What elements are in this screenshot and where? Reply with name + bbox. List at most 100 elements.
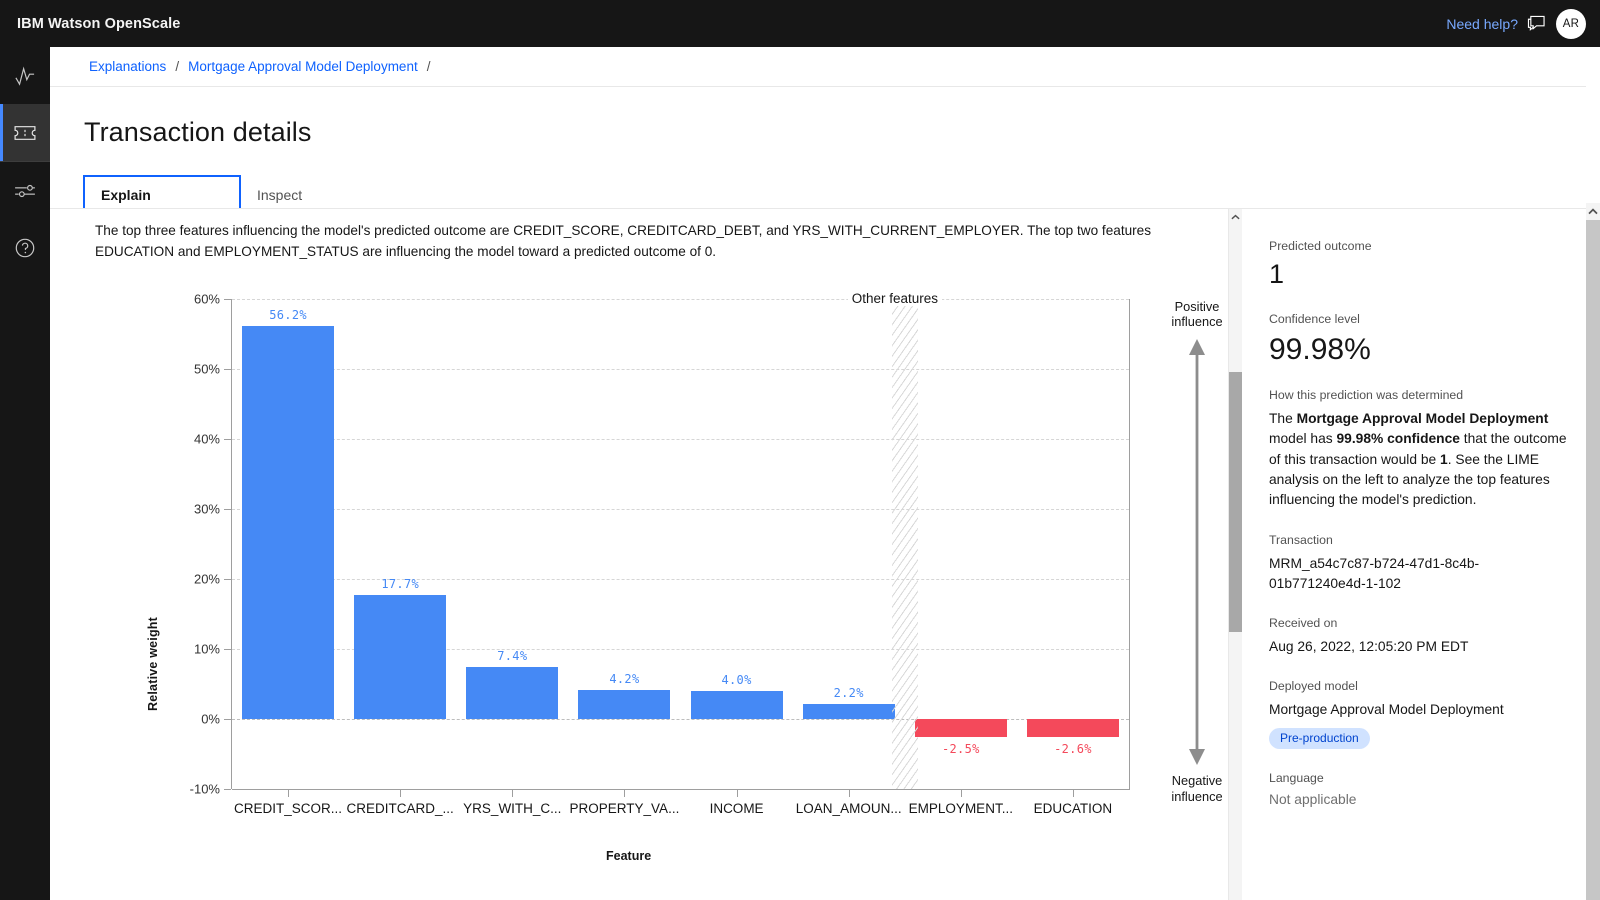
- negative-influence-label: Negative influence: [1171, 773, 1222, 804]
- chat-bubble-icon: [1527, 15, 1546, 32]
- chart-bar[interactable]: 56.2%: [242, 299, 335, 789]
- chart-x-tick-mark: [288, 789, 290, 797]
- chart-y-tick-label: 30%: [193, 501, 220, 517]
- chart-bar-rect: [1026, 719, 1119, 738]
- how-determined-label: How this prediction was determined: [1269, 387, 1464, 402]
- chart-bar-rect: [914, 719, 1007, 737]
- chart-bar[interactable]: 2.2%: [802, 299, 895, 789]
- transaction-label: Transaction: [1269, 532, 1333, 547]
- transaction-detail-panel: Predicted outcome 1 Confidence level 99.…: [1242, 208, 1600, 900]
- top-header-right: Need help? AR: [1446, 0, 1600, 47]
- sliders-icon: [13, 182, 37, 200]
- received-on-value: Aug 26, 2022, 12:05:20 PM EDT: [1269, 638, 1469, 654]
- chart-plot-area: 56.2% 17.7% 7.4% 4.2% 4.0% 2.2% -2.5% -2.6%: [232, 299, 1129, 789]
- language-block: Language Not applicable: [1269, 771, 1574, 807]
- negative-influence-line2: influence: [1171, 788, 1223, 804]
- app-brand[interactable]: IBM Watson OpenScale: [17, 16, 180, 32]
- page-scrollbar[interactable]: [1586, 47, 1600, 900]
- deployed-model-value: Mortgage Approval Model Deployment: [1269, 701, 1504, 717]
- chart-x-tick-mark: [400, 789, 402, 797]
- positive-influence-line1: Positive: [1174, 299, 1220, 314]
- how-determined-text: The Mortgage Approval Model Deployment m…: [1269, 409, 1574, 511]
- chart-y-tick-mark: [224, 509, 231, 510]
- chart-bar[interactable]: 4.0%: [690, 299, 783, 789]
- avatar-initials: AR: [1562, 17, 1580, 30]
- breadcrumb-item-explanations[interactable]: Explanations: [89, 59, 166, 74]
- help-circle-icon: [14, 237, 36, 259]
- chart-bar-value-label: -2.5%: [942, 741, 980, 756]
- chart-scroll-thumb[interactable]: [1229, 372, 1242, 632]
- chart-scroll-up-icon[interactable]: [1229, 209, 1242, 225]
- chart-y-tick-mark: [224, 579, 231, 580]
- transaction-block: Transaction MRM_a54c7c87-b724-47d1-8c4b-…: [1269, 533, 1574, 594]
- chart-bar-value-label: 4.0%: [721, 673, 752, 687]
- breadcrumb-item-model[interactable]: Mortgage Approval Model Deployment: [188, 59, 418, 74]
- chart-y-tick-mark: [224, 299, 231, 300]
- lime-bar-chart: Relative weight Feature 56.2% 17.7% 7.4% 4.…: [50, 281, 1242, 881]
- influence-legend: Positive influence Negative influence: [1158, 299, 1236, 804]
- chart-bar[interactable]: 17.7%: [354, 299, 447, 789]
- breadcrumb: Explanations / Mortgage Approval Model D…: [50, 47, 1600, 87]
- status-badge: Pre-production: [1269, 727, 1370, 749]
- chart-bar[interactable]: -2.6%: [1026, 299, 1119, 789]
- chart-y-tick-label: 50%: [193, 361, 220, 377]
- main-content: Explanations / Mortgage Approval Model D…: [50, 47, 1600, 900]
- chart-axis-right: [1129, 299, 1130, 789]
- chart-y-axis-label: Relative weight: [146, 617, 160, 711]
- predicted-outcome-value: 1: [1269, 259, 1285, 289]
- other-features-label: Other features: [847, 291, 943, 306]
- chart-bar-value-label: 7.4%: [497, 649, 528, 664]
- need-help-button[interactable]: Need help?: [1446, 15, 1546, 32]
- positive-influence-line2: influence: [1171, 314, 1223, 330]
- brand-ibm: IBM: [17, 15, 44, 32]
- chart-bar-value-label: 4.2%: [609, 671, 640, 686]
- explanation-summary: The top three features influencing the m…: [95, 223, 1152, 260]
- chart-x-tick-mark: [848, 789, 850, 797]
- chart-y-tick-mark: [224, 719, 231, 720]
- chart-y-tick-label: 10%: [193, 641, 220, 657]
- page-scroll-up-icon[interactable]: [1586, 203, 1600, 220]
- chart-y-tick-label: -10%: [189, 781, 220, 797]
- confidence-level-label: Confidence level: [1269, 311, 1360, 326]
- chart-y-tick-label: 60%: [193, 291, 220, 307]
- chart-bar-value-label: 17.7%: [381, 577, 419, 592]
- deployed-model-label: Deployed model: [1269, 678, 1358, 693]
- chart-x-axis-label: Feature: [606, 849, 652, 863]
- page-title: Transaction details: [84, 117, 312, 147]
- avatar[interactable]: AR: [1556, 8, 1586, 39]
- chart-x-tick-mark: [512, 789, 514, 797]
- chart-bar-rect: [466, 667, 559, 719]
- chart-y-tick-mark: [224, 649, 231, 650]
- left-sidebar: [0, 47, 50, 900]
- chart-bar[interactable]: 7.4%: [466, 299, 559, 789]
- predicted-outcome-label: Predicted outcome: [1269, 239, 1372, 253]
- page-scroll-thumb[interactable]: [1586, 220, 1600, 900]
- sidebar-item-help[interactable]: [0, 219, 50, 276]
- chart-x-tick-mark: [960, 789, 962, 797]
- how-text-2: model has: [1269, 431, 1337, 447]
- chart-x-tick-mark: [736, 789, 738, 797]
- deployed-model-block: Deployed model Mortgage Approval Model D…: [1269, 679, 1574, 749]
- chart-bar[interactable]: -2.5%: [914, 299, 1007, 789]
- page-scroll-gap: [1586, 47, 1600, 203]
- sidebar-item-monitors[interactable]: [0, 47, 50, 104]
- other-features-divider: [891, 299, 918, 789]
- breadcrumb-separator-trailing: /: [426, 59, 431, 74]
- chart-bar-rect: [802, 703, 895, 719]
- negative-influence-line1: Negative: [1171, 773, 1223, 789]
- breadcrumb-separator: /: [175, 59, 180, 74]
- chart-axis-bottom: [232, 789, 1130, 790]
- chart-y-tick-mark: [224, 439, 231, 440]
- predicted-outcome-block: Predicted outcome 1: [1269, 239, 1574, 290]
- chart-bar-rect: [242, 325, 335, 719]
- language-label: Language: [1269, 770, 1324, 785]
- chart-x-tick-label: EDUCATION: [1033, 801, 1113, 816]
- chart-y-tick-label: 40%: [193, 431, 220, 447]
- sidebar-item-configure[interactable]: [0, 162, 50, 219]
- chart-bar-rect: [690, 691, 783, 719]
- chart-bar[interactable]: 4.2%: [578, 299, 671, 789]
- chart-pane-scrollbar[interactable]: [1228, 209, 1242, 900]
- chart-x-tick-mark: [1072, 789, 1074, 797]
- chart-bar-value-label: 56.2%: [269, 307, 307, 322]
- sidebar-item-transactions[interactable]: [0, 104, 50, 161]
